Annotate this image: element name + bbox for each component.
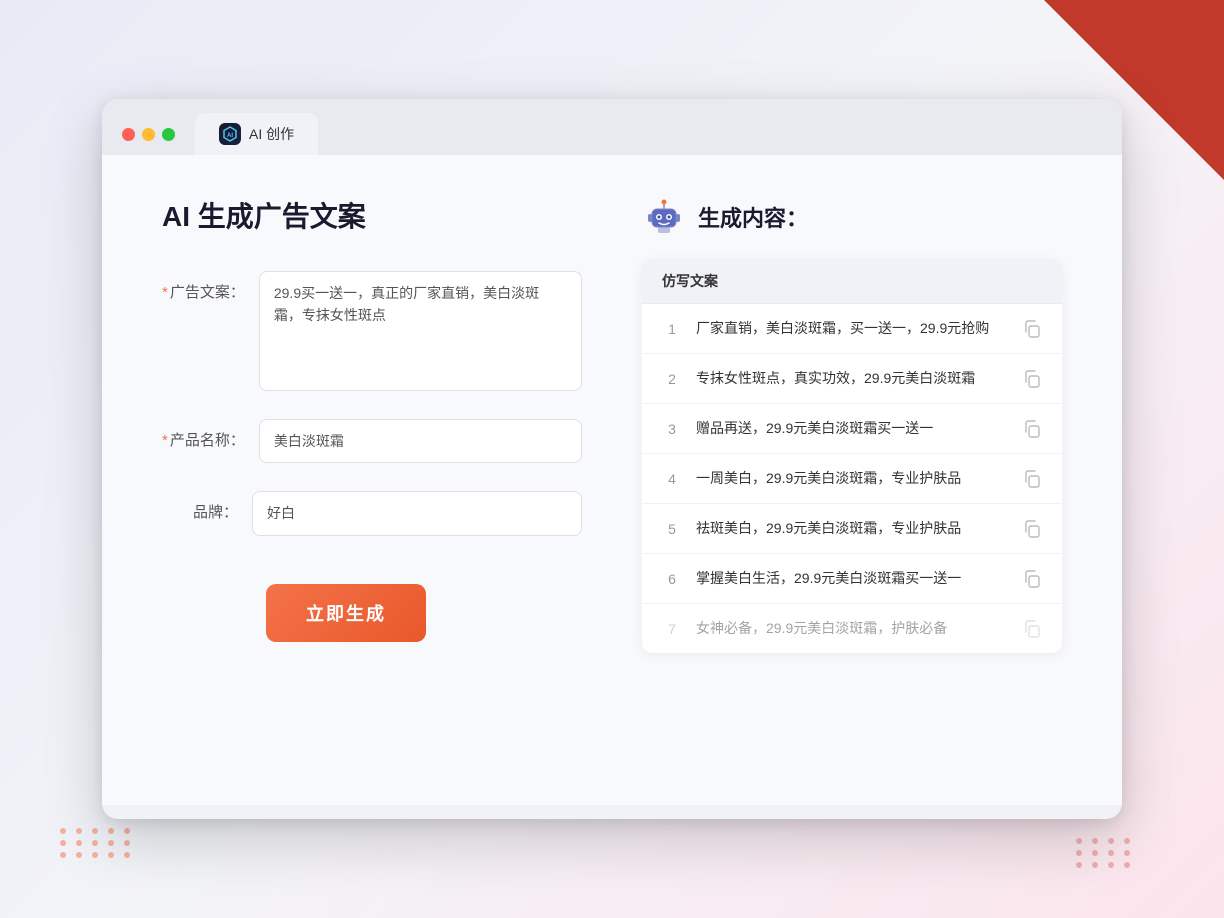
tab-label: AI 创作 [249,124,294,144]
copy-icon[interactable] [1022,319,1042,339]
row-text: 厂家直销，美白淡斑霜，买一送一，29.9元抢购 [696,318,1008,339]
ad-copy-row: *广告文案： [162,271,582,391]
table-row: 4 一周美白，29.9元美白淡斑霜，专业护肤品 [642,454,1062,504]
product-name-label: *产品名称： [162,419,259,450]
row-text: 女神必备，29.9元美白淡斑霜，护肤必备 [696,618,1008,639]
copy-icon[interactable] [1022,419,1042,439]
table-row: 2 专抹女性斑点，真实功效，29.9元美白淡斑霜 [642,354,1062,404]
row-number: 5 [662,521,682,537]
result-table-header: 仿写文案 [642,259,1062,304]
product-name-input[interactable] [259,419,582,463]
copy-icon[interactable] [1022,369,1042,389]
row-text: 赠品再送，29.9元美白淡斑霜买一送一 [696,418,1008,439]
ad-copy-label: *广告文案： [162,271,259,302]
brand-label: 品牌： [162,491,252,522]
table-row: 7 女神必备，29.9元美白淡斑霜，护肤必备 [642,604,1062,653]
row-number: 4 [662,471,682,487]
copy-icon[interactable] [1022,469,1042,489]
table-row: 5 祛斑美白，29.9元美白淡斑霜，专业护肤品 [642,504,1062,554]
table-row: 3 赠品再送，29.9元美白淡斑霜买一送一 [642,404,1062,454]
result-rows-container: 1 厂家直销，美白淡斑霜，买一送一，29.9元抢购 2 专抹女性斑点，真实功效，… [642,304,1062,653]
table-row: 1 厂家直销，美白淡斑霜，买一送一，29.9元抢购 [642,304,1062,354]
brand-row: 品牌： [162,491,582,535]
ad-copy-input[interactable] [259,271,582,391]
right-panel: 生成内容： 仿写文案 1 厂家直销，美白淡斑霜，买一送一，29.9元抢购 2 专… [642,195,1062,755]
copy-icon[interactable] [1022,519,1042,539]
row-text: 专抹女性斑点，真实功效，29.9元美白淡斑霜 [696,368,1008,389]
result-header: 生成内容： [642,195,1062,239]
copy-icon[interactable] [1022,619,1042,639]
traffic-light-red[interactable] [122,128,135,141]
row-number: 3 [662,421,682,437]
product-name-required: * [162,432,168,449]
row-number: 2 [662,371,682,387]
browser-chrome: AI AI 创作 [102,99,1122,155]
browser-content: AI 生成广告文案 *广告文案： *产品名称： 品牌： 立 [102,155,1122,805]
row-number: 7 [662,621,682,637]
browser-tab[interactable]: AI AI 创作 [195,113,318,155]
generate-button[interactable]: 立即生成 [266,584,426,642]
row-number: 6 [662,571,682,587]
ad-copy-required: * [162,284,168,301]
traffic-lights [122,128,175,141]
copy-icon[interactable] [1022,569,1042,589]
table-row: 6 掌握美白生活，29.9元美白淡斑霜买一送一 [642,554,1062,604]
result-table: 仿写文案 1 厂家直销，美白淡斑霜，买一送一，29.9元抢购 2 专抹女性斑点，… [642,259,1062,653]
decorative-dots-right [1076,838,1134,868]
row-text: 掌握美白生活，29.9元美白淡斑霜买一送一 [696,568,1008,589]
row-text: 一周美白，29.9元美白淡斑霜，专业护肤品 [696,468,1008,489]
row-number: 1 [662,321,682,337]
row-text: 祛斑美白，29.9元美白淡斑霜，专业护肤品 [696,518,1008,539]
product-name-row: *产品名称： [162,419,582,463]
left-panel: AI 生成广告文案 *广告文案： *产品名称： 品牌： 立 [162,195,582,755]
robot-icon [642,195,686,239]
browser-window: AI AI 创作 AI 生成广告文案 *广告文案： *产品名称： [102,99,1122,819]
result-title: 生成内容： [698,201,808,233]
page-title: AI 生成广告文案 [162,195,582,235]
traffic-light-yellow[interactable] [142,128,155,141]
traffic-light-green[interactable] [162,128,175,141]
tab-icon: AI [219,123,241,145]
brand-input[interactable] [252,491,582,535]
svg-text:AI: AI [227,133,233,139]
decorative-dots-left [60,828,134,858]
